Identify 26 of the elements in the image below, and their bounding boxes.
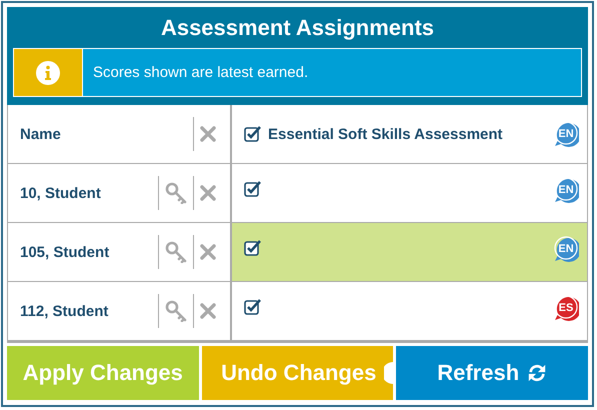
remove-icon[interactable] <box>200 126 216 142</box>
checkbox[interactable] <box>244 180 262 198</box>
assignment-cell[interactable]: EN <box>232 223 587 281</box>
checkbox[interactable] <box>244 239 262 257</box>
student-name: 105, Student <box>20 244 110 260</box>
key-icon[interactable] <box>165 300 187 322</box>
info-icon <box>36 60 60 84</box>
checkbox[interactable] <box>244 125 262 143</box>
info-message: Scores shown are latest earned. <box>92 64 308 81</box>
key-icon[interactable] <box>165 241 187 263</box>
student-name: 112, Student <box>20 302 108 320</box>
refresh-button[interactable]: Refresh <box>396 346 588 400</box>
student-name: 10, Student <box>20 184 101 202</box>
window-title: Assessment Assignments <box>160 14 436 42</box>
apply-button[interactable]: Apply Changes <box>7 346 199 400</box>
remove-icon[interactable] <box>200 244 216 260</box>
column-header: Name <box>20 126 61 142</box>
assignment-cell[interactable]: ES <box>232 282 587 340</box>
key-icon[interactable] <box>165 182 187 204</box>
undo-button[interactable]: Undo Changes <box>202 346 394 400</box>
refresh-icon <box>527 363 548 383</box>
remove-icon[interactable] <box>200 303 216 319</box>
assignment-cell[interactable]: EN <box>232 164 587 222</box>
checkbox[interactable] <box>244 298 262 316</box>
assessment-header: Essential Soft Skills Assessment <box>268 126 503 142</box>
remove-icon[interactable] <box>200 185 216 201</box>
